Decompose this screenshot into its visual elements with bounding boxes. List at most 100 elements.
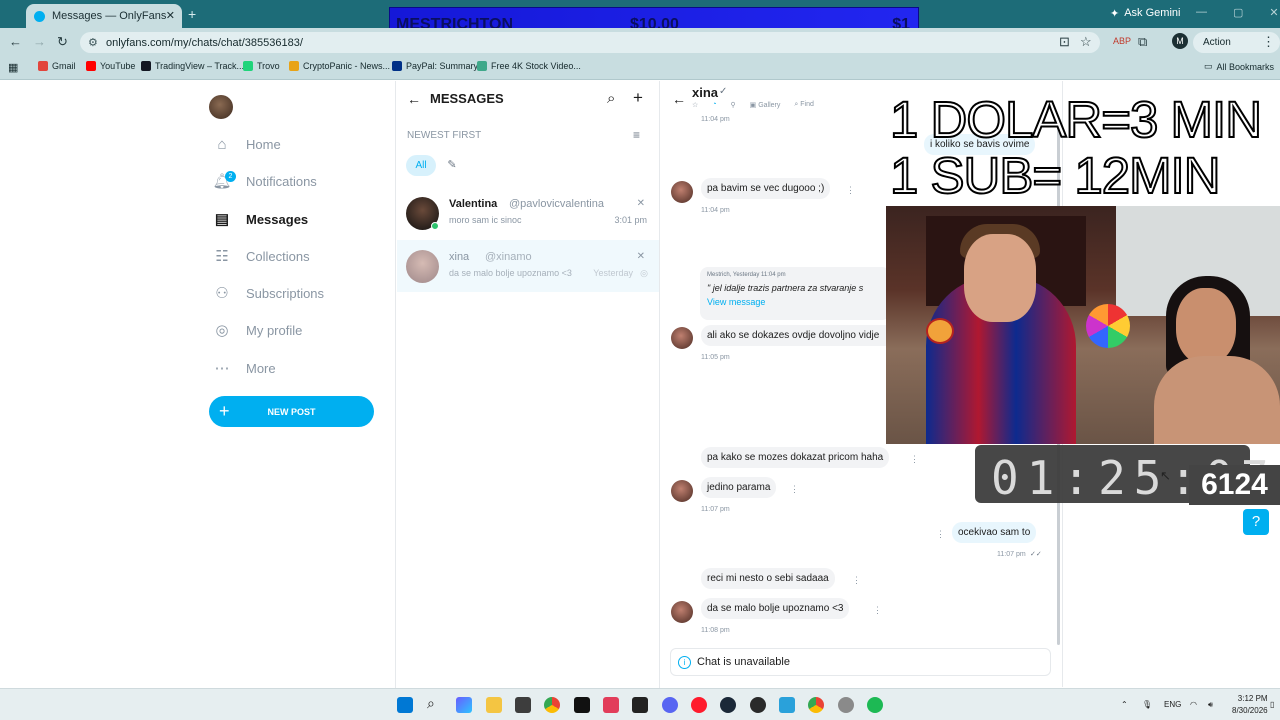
star-icon[interactable]: ☆ bbox=[692, 101, 698, 109]
pin-icon[interactable]: ⚲ bbox=[731, 101, 736, 109]
microphone-icon[interactable]: 🎙︎ bbox=[1142, 700, 1152, 709]
apps-grid-icon[interactable]: ▦ bbox=[8, 61, 18, 74]
back-arrow-icon[interactable]: ← bbox=[9, 34, 22, 49]
copilot-icon[interactable] bbox=[456, 697, 472, 713]
menu-kebab-icon[interactable]: ⋮ bbox=[1262, 34, 1275, 50]
opera-icon[interactable] bbox=[691, 697, 707, 713]
obs-icon[interactable] bbox=[750, 697, 766, 713]
sidebar-item-my-profile[interactable]: ◎ My profile bbox=[212, 316, 392, 344]
start-icon[interactable] bbox=[397, 697, 413, 713]
sidebar-item-subscriptions[interactable]: ⚇ Subscriptions bbox=[212, 279, 392, 307]
search-icon[interactable]: ⌕ bbox=[427, 695, 443, 711]
epic-games-icon[interactable] bbox=[632, 697, 648, 713]
conversation-item[interactable]: Valentina @pavlovicvalentina moro sam ic… bbox=[397, 187, 659, 239]
add-message-icon[interactable]: + bbox=[633, 88, 643, 108]
conversation-item[interactable]: xina @xinamo da se malo bolje upoznamo <… bbox=[397, 240, 659, 292]
spotify-icon[interactable] bbox=[867, 697, 883, 713]
ask-gemini-button[interactable]: ✦ Ask Gemini bbox=[1110, 7, 1180, 20]
view-message-link[interactable]: View message bbox=[707, 297, 883, 307]
forward-arrow-icon[interactable]: → bbox=[33, 34, 46, 49]
notification-bell-icon[interactable]: ▯ bbox=[1270, 700, 1274, 709]
steam-icon[interactable] bbox=[720, 697, 736, 713]
bookmark-youtube[interactable]: YouTube bbox=[86, 61, 135, 71]
message-bubble: pa kako se mozes dokazat pricom haha bbox=[701, 447, 890, 468]
gemini-icon: ✦ bbox=[1110, 8, 1120, 20]
help-button[interactable]: ? bbox=[1243, 509, 1269, 535]
filter-all-chip[interactable]: All bbox=[406, 155, 436, 176]
message-bubble: reci mi nesto o sebi sadaaa bbox=[701, 568, 835, 589]
message-time: 11:05 pm bbox=[701, 354, 730, 361]
extensions-icon[interactable]: ⧉ bbox=[1138, 34, 1147, 50]
reload-icon[interactable]: ↻ bbox=[57, 34, 68, 50]
adblock-icon[interactable]: ABP bbox=[1113, 36, 1131, 46]
message-options-icon[interactable]: ⋮ bbox=[846, 185, 855, 196]
bookmark-tradingview[interactable]: TradingView – Track... bbox=[141, 61, 244, 71]
store-icon[interactable] bbox=[515, 697, 531, 713]
new-post-button[interactable]: + NEW POST bbox=[209, 396, 374, 427]
system-clock[interactable]: 3:12 PM 8/30/2026 bbox=[1232, 693, 1268, 717]
streamer-face bbox=[964, 234, 1036, 322]
close-icon[interactable]: ✕ bbox=[637, 198, 645, 209]
tab-close-icon[interactable]: ✕ bbox=[166, 9, 175, 22]
site-info-icon[interactable]: ⚙ bbox=[88, 36, 98, 49]
message-options-icon[interactable]: ⋮ bbox=[873, 605, 882, 616]
tiktok-icon[interactable] bbox=[574, 697, 590, 713]
star-icon[interactable]: ☆ bbox=[1080, 34, 1092, 50]
bookmark-gmail[interactable]: Gmail bbox=[38, 61, 76, 71]
bookmark-trovo[interactable]: Trovo bbox=[243, 61, 280, 71]
edit-filter-icon[interactable]: ✎ bbox=[442, 155, 462, 176]
bookmark-cryptopanic[interactable]: CryptoPanic - News... bbox=[289, 61, 390, 71]
sidebar-item-label: Collections bbox=[246, 248, 310, 264]
back-arrow-icon[interactable]: ← bbox=[672, 91, 686, 107]
install-icon[interactable]: ⊡ bbox=[1059, 34, 1070, 50]
tradingview-app-icon[interactable] bbox=[603, 697, 619, 713]
sort-icon[interactable]: ≡ bbox=[633, 128, 640, 142]
tradingview-icon bbox=[141, 61, 151, 71]
chat-user-name[interactable]: xina bbox=[692, 85, 718, 100]
app-icon[interactable] bbox=[838, 697, 854, 713]
find-button[interactable]: ⌕ Find bbox=[794, 101, 814, 109]
telegram-icon[interactable] bbox=[779, 697, 795, 713]
address-bar[interactable]: ⚙ onlyfans.com/my/chats/chat/385536183/ bbox=[80, 32, 1100, 53]
search-icon[interactable]: ⌕ bbox=[607, 90, 615, 107]
chrome-profile-icon[interactable] bbox=[808, 697, 824, 713]
sidebar-item-collections[interactable]: ☷ Collections bbox=[212, 242, 392, 270]
file-explorer-icon[interactable] bbox=[486, 697, 502, 713]
sidebar-item-home[interactable]: ⌂ Home bbox=[212, 130, 392, 158]
message-options-icon[interactable]: ⋮ bbox=[936, 529, 945, 540]
notification-icon[interactable]: ◔ bbox=[712, 101, 716, 109]
find-label: Find bbox=[800, 101, 814, 108]
sidebar-item-notifications[interactable]: 🔔︎ Notifications bbox=[212, 167, 392, 195]
gallery-button[interactable]: ▣ Gallery bbox=[750, 101, 781, 109]
windows-taskbar: ⌕ ⌃ 🎙︎ ENG ◠ 🔊︎ 3:12 PM 8/30/2026 ▯ bbox=[0, 688, 1280, 720]
all-bookmarks[interactable]: ▭ All Bookmarks bbox=[1204, 61, 1274, 72]
new-tab-button[interactable]: + bbox=[188, 6, 196, 22]
bookmark-stock-video[interactable]: Free 4K Stock Video... bbox=[477, 61, 581, 71]
maximize-icon[interactable]: ▢ bbox=[1233, 6, 1243, 19]
guest-face bbox=[1176, 288, 1236, 364]
message-options-icon[interactable]: ⋮ bbox=[910, 454, 919, 465]
bookmark-paypal[interactable]: PayPal: Summary bbox=[392, 61, 478, 71]
language-indicator[interactable]: ENG bbox=[1164, 700, 1181, 709]
conversation-time: 3:01 pm bbox=[614, 215, 647, 225]
user-avatar[interactable] bbox=[209, 95, 233, 119]
sidebar-item-messages[interactable]: ▤ Messages bbox=[212, 205, 392, 233]
tray-chevron-icon[interactable]: ⌃ bbox=[1121, 700, 1128, 709]
message-options-icon[interactable]: ⋮ bbox=[852, 575, 861, 586]
volume-icon[interactable]: 🔊︎ bbox=[1208, 700, 1213, 710]
close-icon[interactable]: ✕ bbox=[637, 251, 645, 262]
sort-label: NEWEST FIRST bbox=[407, 130, 482, 141]
chrome-icon[interactable] bbox=[544, 697, 560, 713]
profile-avatar[interactable]: M bbox=[1172, 33, 1188, 49]
webcam-overlay bbox=[886, 206, 1280, 444]
discord-icon[interactable] bbox=[662, 697, 678, 713]
guest-body bbox=[1154, 356, 1280, 444]
back-arrow-icon[interactable]: ← bbox=[407, 91, 421, 107]
clock-time: 3:12 PM bbox=[1237, 694, 1268, 703]
minimize-icon[interactable]: — bbox=[1196, 6, 1207, 19]
sidebar-item-more[interactable]: ⋯ More bbox=[212, 354, 392, 382]
browser-tab[interactable]: Messages — OnlyFans ✕ bbox=[26, 4, 182, 28]
message-options-icon[interactable]: ⋮ bbox=[790, 484, 799, 495]
close-window-icon[interactable]: ✕ bbox=[1269, 6, 1278, 19]
network-icon[interactable]: ◠ bbox=[1190, 700, 1197, 709]
